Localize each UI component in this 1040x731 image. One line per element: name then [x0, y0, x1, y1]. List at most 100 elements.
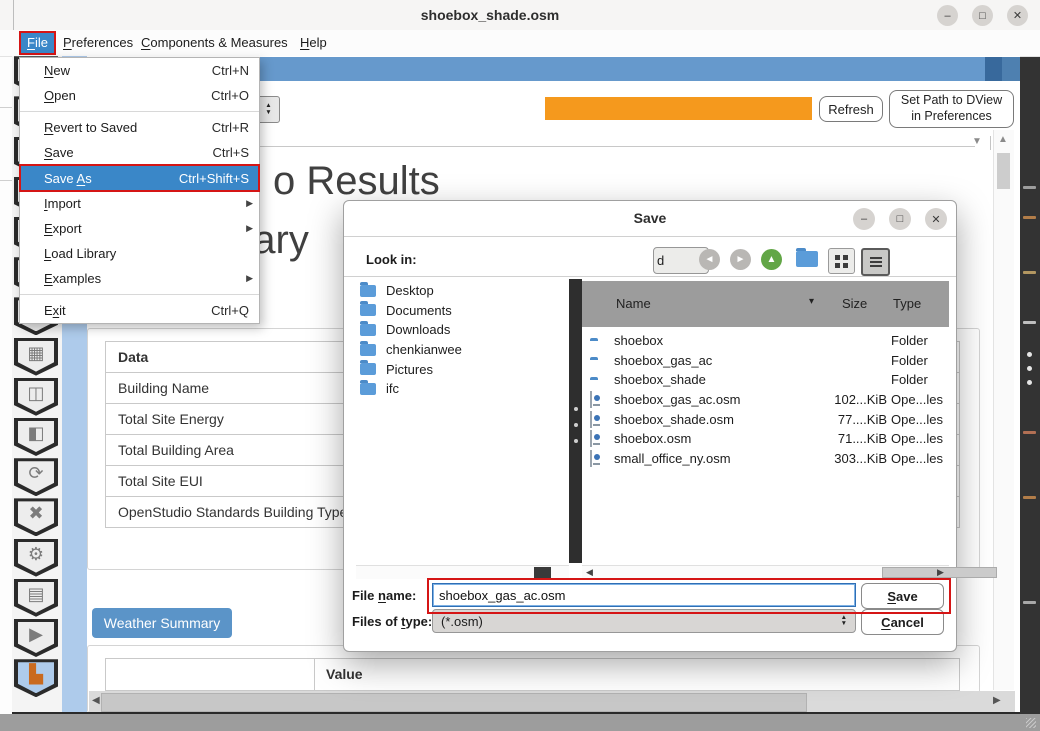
detail-view-button[interactable] [861, 248, 890, 276]
background-dash [1023, 271, 1036, 274]
menu-item-shortcut: Ctrl+Q [211, 303, 249, 318]
menu-item-revert-to-saved[interactable]: Revert to SavedCtrl+R [20, 115, 259, 140]
sort-indicator-icon[interactable]: ▾ [809, 296, 814, 307]
menubar-item-file[interactable]: File [21, 33, 54, 53]
results-icon: ▙ [29, 662, 43, 688]
dialog-maximize-button[interactable]: □ [889, 208, 911, 230]
statusbar [0, 714, 1040, 731]
file-row[interactable]: shoebox Folder [582, 331, 949, 351]
file-list-scrollbar[interactable]: ◀ ▶ [582, 565, 949, 579]
forward-button[interactable]: ► [730, 249, 751, 270]
geometry-tab[interactable]: ◧ [14, 418, 58, 456]
places-scroll-thumb[interactable] [534, 567, 551, 578]
run-tab[interactable]: ▶ [14, 619, 58, 657]
loads-tab[interactable]: ◫ [14, 378, 58, 416]
settings-icon: ⚙ [28, 542, 44, 568]
vertical-scroll-thumb[interactable] [997, 153, 1010, 189]
osm-file-icon [590, 451, 592, 466]
horizontal-scroll-thumb[interactable] [101, 693, 807, 712]
results-tab[interactable]: ▙ [14, 659, 58, 697]
menu-item-save[interactable]: SaveCtrl+S [20, 140, 259, 165]
scroll-right-icon[interactable]: ▶ [993, 695, 1001, 706]
place-item-chenkianwee[interactable]: chenkianwee [356, 340, 569, 360]
background-editor-strip [1020, 56, 1040, 714]
menu-item-import[interactable]: Import▶ [20, 191, 259, 216]
place-item-ifc[interactable]: ifc [356, 379, 569, 399]
place-item-desktop[interactable]: Desktop [356, 281, 569, 301]
menu-separator [20, 294, 259, 295]
menu-item-label: Exit [44, 303, 66, 318]
menubar-item-help[interactable]: Help [294, 33, 333, 53]
icon-view-button[interactable] [828, 248, 855, 274]
maximize-button[interactable]: □ [972, 5, 993, 26]
file-row[interactable]: shoebox.osm71....KiBOpe...les [582, 429, 949, 449]
menu-item-open[interactable]: OpenCtrl+O [20, 83, 259, 108]
scroll-right-icon[interactable]: ▶ [937, 567, 944, 578]
file-type: Ope...les [891, 431, 943, 446]
column-header-size[interactable]: Size [842, 296, 867, 311]
splitter-dot [1027, 380, 1032, 385]
dialog-close-button[interactable]: ✕ [925, 208, 947, 230]
column-header-type[interactable]: Type [893, 296, 921, 311]
measures-tab[interactable]: ✖ [14, 498, 58, 536]
place-item-pictures[interactable]: Pictures [356, 359, 569, 379]
splitter-dot [574, 407, 578, 411]
osm-file-icon [590, 392, 592, 407]
divider [990, 136, 991, 150]
back-button[interactable]: ◄ [699, 249, 720, 270]
file-list-pane: Name ▾ Size Type shoebox Folder shoebox_ga… [582, 279, 949, 561]
resize-grip-icon[interactable] [1026, 718, 1036, 728]
place-label: Desktop [386, 283, 434, 298]
file-row[interactable]: shoebox_gas_acFolder [582, 351, 949, 371]
file-row[interactable]: shoebox_shade.osm77....KiBOpe...les [582, 409, 949, 429]
menubar-item-preferences[interactable]: Preferences [57, 33, 139, 53]
file-type: Folder [891, 333, 928, 348]
background-dash [1023, 601, 1036, 604]
vertical-scrollbar[interactable]: ▲ [993, 130, 1014, 690]
menu-item-load-library[interactable]: Load Library [20, 241, 259, 266]
reports-tab[interactable]: ▤ [14, 579, 58, 617]
column-header-name[interactable]: Name [616, 296, 651, 311]
file-name: small_office_ny.osm [614, 451, 731, 466]
scroll-up-icon[interactable]: ▲ [998, 134, 1008, 145]
place-item-downloads[interactable]: Downloads [356, 320, 569, 340]
menu-item-label: Load Library [44, 246, 116, 261]
menu-item-save-as[interactable]: Save AsCtrl+Shift+S [20, 165, 259, 191]
menubar-item-components-measures[interactable]: Components & Measures [135, 33, 294, 53]
building-tab[interactable]: ▦ [14, 338, 58, 376]
splitter-dot [574, 423, 578, 427]
pane-splitter[interactable] [569, 279, 582, 563]
file-rows: shoeboxFoldershoebox_gas_acFoldershoebox… [582, 331, 949, 468]
menu-item-export[interactable]: Export▶ [20, 216, 259, 241]
dview-path-button[interactable]: Set Path to DViewin Preferences [889, 90, 1014, 128]
scroll-left-icon[interactable]: ◀ [586, 567, 593, 578]
weather-summary-button[interactable]: Weather Summary [92, 608, 232, 638]
menu-item-exit[interactable]: Exit Ctrl+Q [20, 298, 259, 323]
units-spinner[interactable]: ▲▼ [257, 96, 280, 123]
file-name: shoebox [614, 333, 663, 348]
menu-item-shortcut: Ctrl+S [213, 145, 249, 160]
up-directory-button[interactable]: ▲ [761, 249, 782, 270]
file-row[interactable]: small_office_ny.osm303...KiBOpe...les [582, 449, 949, 469]
file-row[interactable]: shoebox_gas_ac.osm102...KiBOpe...les [582, 390, 949, 410]
settings-tab[interactable]: ⚙ [14, 539, 58, 577]
background-dash [1023, 321, 1036, 324]
refresh-button[interactable]: Refresh [819, 96, 883, 122]
grid-view-icon [835, 255, 840, 260]
menu-item-examples[interactable]: Examples▶ [20, 266, 259, 291]
horizontal-scrollbar[interactable]: ◀ ▶ [89, 691, 1015, 712]
scroll-left-icon[interactable]: ◀ [92, 695, 100, 706]
chevron-down-icon[interactable]: ▼ [972, 136, 982, 147]
dialog-minimize-button[interactable]: – [853, 208, 875, 230]
minimize-button[interactable]: – [937, 5, 958, 26]
hvac-loop-tab[interactable]: ⟳ [14, 458, 58, 496]
folder-icon [360, 285, 376, 297]
new-folder-button[interactable] [796, 251, 818, 267]
menu-separator [20, 111, 259, 112]
close-button[interactable]: ✕ [1007, 5, 1028, 26]
places-scrollbar[interactable] [356, 565, 569, 579]
menu-item-new[interactable]: NewCtrl+N [20, 58, 259, 83]
place-item-documents[interactable]: Documents [356, 301, 569, 321]
menu-item-label: Save As [44, 171, 92, 186]
file-row[interactable]: shoebox_shadeFolder [582, 370, 949, 390]
